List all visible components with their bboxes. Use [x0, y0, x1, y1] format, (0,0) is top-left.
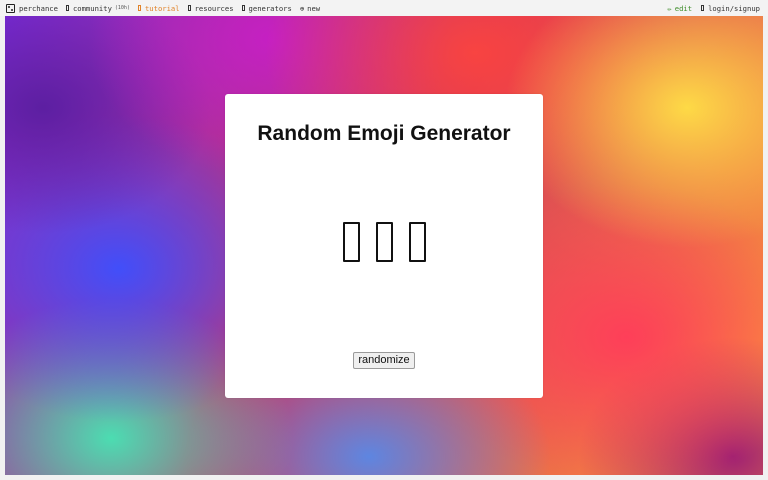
top-nav-bar: perchance community (10h) tutorial resou… — [0, 0, 768, 16]
nav-resources-label: resources — [194, 3, 234, 13]
nav-perchance-label: perchance — [19, 3, 58, 13]
nav-resources-link[interactable]: resources — [187, 3, 234, 13]
nav-new-link[interactable]: ⊕ new — [300, 4, 320, 13]
die-icon — [6, 3, 15, 13]
nav-generators-link[interactable]: generators — [241, 3, 292, 13]
plus-circle-icon: ⊕ — [299, 3, 305, 13]
community-icon — [65, 5, 69, 11]
community-badge: (10h) — [114, 5, 130, 11]
nav-tutorial-label: tutorial — [144, 3, 180, 13]
generator-card: Random Emoji Generator randomize — [225, 94, 543, 398]
missing-glyph-icon — [375, 222, 393, 262]
nav-login-label: login/signup — [708, 3, 760, 13]
pencil-icon: ✏ — [667, 3, 672, 13]
nav-community-label: community — [72, 3, 112, 13]
nav-community-link[interactable]: community (10h) — [65, 3, 130, 13]
nav-generators-label: generators — [248, 3, 292, 13]
nav-left-group: perchance community (10h) tutorial resou… — [6, 0, 328, 16]
nav-new-label: new — [307, 3, 321, 13]
missing-glyph-icon — [342, 222, 360, 262]
resources-icon — [187, 5, 191, 11]
generator-title: Random Emoji Generator — [257, 122, 511, 145]
randomize-button[interactable]: randomize — [353, 352, 415, 369]
generators-icon — [241, 5, 245, 11]
login-icon — [701, 5, 705, 11]
nav-edit-label: edit — [674, 3, 693, 13]
nav-edit-link[interactable]: ✏ edit — [667, 4, 692, 13]
generator-background: Random Emoji Generator randomize — [5, 16, 763, 475]
nav-right-group: ✏ edit login/signup — [658, 0, 760, 16]
nav-tutorial-link[interactable]: tutorial — [137, 3, 180, 13]
missing-glyph-icon — [408, 222, 426, 262]
nav-perchance-link[interactable]: perchance — [6, 3, 58, 13]
tutorial-icon — [137, 5, 141, 11]
nav-login-link[interactable]: login/signup — [701, 4, 760, 13]
emoji-output — [225, 222, 543, 262]
